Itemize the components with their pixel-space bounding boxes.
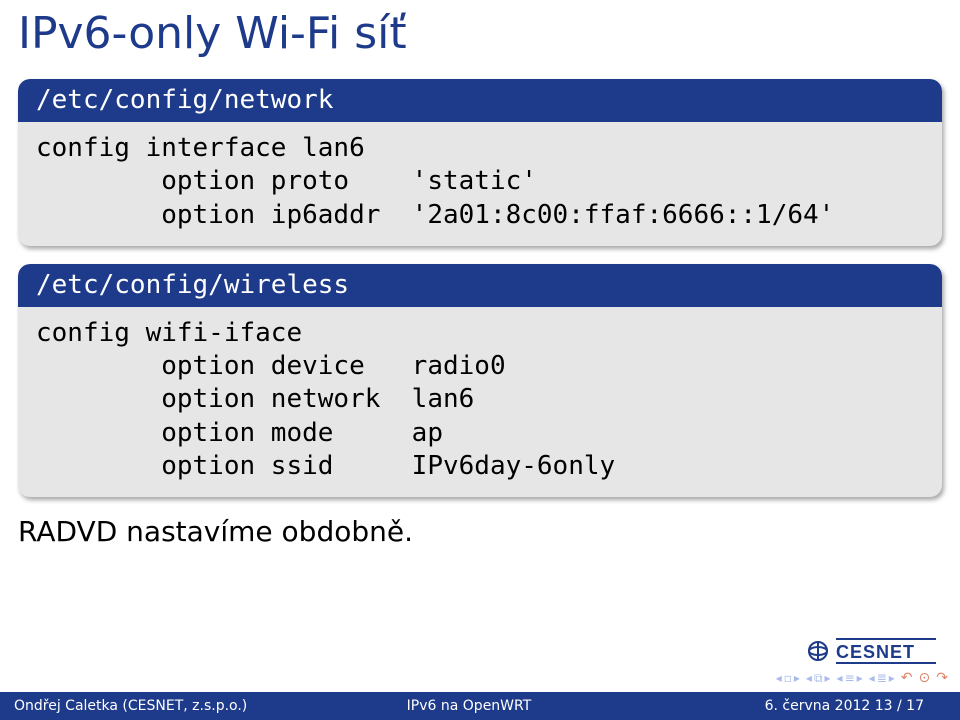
wireless-config-block: /etc/config/wireless config wifi-iface o…	[18, 264, 942, 497]
radvd-note: RADVD nastavíme obdobně.	[0, 515, 960, 548]
block-header-network: /etc/config/network	[18, 79, 942, 122]
nav-forward-icon[interactable]: ↷	[936, 670, 948, 686]
block-body-network: config interface lan6 option proto 'stat…	[18, 122, 942, 246]
network-config-block: /etc/config/network config interface lan…	[18, 79, 942, 246]
logo-text: CESNET	[836, 642, 915, 662]
nav-next-icon[interactable]: ◂≡▸	[837, 671, 863, 685]
block-header-wireless: /etc/config/wireless	[18, 264, 942, 307]
footer-title: IPv6 na OpenWRT	[317, 698, 620, 714]
nav-last-icon[interactable]: ◂≣▸	[869, 671, 895, 685]
cesnet-logo: CESNET	[804, 632, 938, 670]
slide-footer: Ondřej Caletka (CESNET, z.s.p.o.) IPv6 n…	[0, 692, 960, 720]
slide-title: IPv6-only Wi-Fi síť	[0, 0, 960, 73]
block-body-wireless: config wifi-iface option device radio0 o…	[18, 307, 942, 497]
nav-first-icon[interactable]: ◂▫▸	[776, 671, 800, 685]
nav-search-icon[interactable]: ⊙	[919, 670, 931, 686]
footer-page: 6. června 2012 13 / 17	[621, 698, 960, 714]
footer-author: Ondřej Caletka (CESNET, z.s.p.o.)	[0, 698, 317, 714]
nav-back-icon[interactable]: ↶	[901, 670, 913, 686]
beamer-nav-icons: ◂▫▸ ◂⧉▸ ◂≡▸ ◂≣▸ ↶ ⊙ ↷	[776, 670, 948, 686]
nav-prev-icon[interactable]: ◂⧉▸	[806, 671, 831, 686]
